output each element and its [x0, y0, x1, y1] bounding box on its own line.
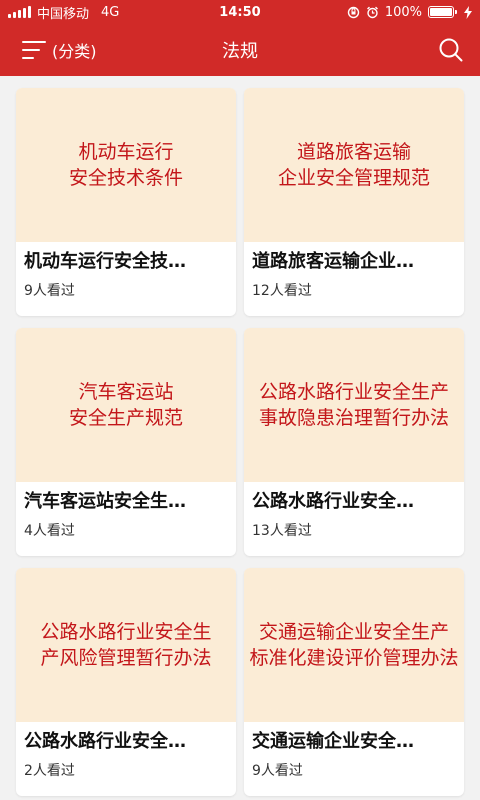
card-cover: 汽车客运站 安全生产规范: [16, 328, 236, 482]
status-bar: 中国移动 4G 14:50 100%: [0, 0, 480, 24]
card-info: 机动车运行安全技… 9人看过: [16, 242, 236, 300]
regulation-card[interactable]: 公路水路行业安全生 产风险管理暂行办法 公路水路行业安全… 2人看过: [16, 568, 236, 796]
view-count: 4人看过: [24, 523, 75, 539]
cover-line: 道路旅客运输: [296, 141, 411, 163]
battery-percent: 100%: [384, 4, 422, 20]
category-button[interactable]: (分类): [22, 38, 97, 62]
menu-icon: [22, 41, 46, 59]
regulation-card[interactable]: 机动车运行 安全技术条件 机动车运行安全技… 9人看过: [16, 88, 236, 316]
card-title: 机动车运行安全技…: [24, 251, 186, 272]
card-title: 交通运输企业安全…: [252, 731, 414, 752]
card-title: 公路水路行业安全…: [24, 731, 186, 752]
view-count: 9人看过: [252, 763, 303, 779]
view-count: 13人看过: [252, 523, 312, 539]
card-info: 公路水路行业安全… 2人看过: [16, 722, 236, 780]
regulation-card[interactable]: 公路水路行业安全生产 事故隐患治理暂行办法 公路水路行业安全… 13人看过: [244, 328, 464, 556]
network-type: 4G: [101, 4, 120, 20]
view-count: 2人看过: [24, 763, 75, 779]
card-title: 道路旅客运输企业…: [252, 251, 414, 272]
card-cover: 公路水路行业安全生 产风险管理暂行办法: [16, 568, 236, 722]
regulation-grid: 机动车运行 安全技术条件 机动车运行安全技… 9人看过 道路旅客运输 企业安全管…: [0, 76, 480, 796]
cover-line: 安全技术条件: [68, 167, 183, 189]
orientation-lock-icon: [347, 6, 360, 18]
cover-line: 标准化建设评价管理办法: [249, 647, 459, 669]
view-count: 12人看过: [252, 283, 312, 299]
status-left: 中国移动 4G: [8, 3, 119, 22]
card-title: 公路水路行业安全…: [252, 491, 414, 512]
regulation-card[interactable]: 道路旅客运输 企业安全管理规范 道路旅客运输企业… 12人看过: [244, 88, 464, 316]
cover-line: 汽车客运站: [78, 381, 174, 403]
signal-strength-icon: [8, 6, 31, 18]
card-cover: 交通运输企业安全生产 标准化建设评价管理办法: [244, 568, 464, 722]
regulation-card[interactable]: 汽车客运站 安全生产规范 汽车客运站安全生… 4人看过: [16, 328, 236, 556]
card-cover: 机动车运行 安全技术条件: [16, 88, 236, 242]
card-info: 汽车客运站安全生… 4人看过: [16, 482, 236, 540]
category-label: (分类): [52, 42, 97, 61]
cover-line: 机动车运行: [78, 141, 174, 163]
cover-line: 公路水路行业安全生: [40, 621, 212, 643]
card-cover: 道路旅客运输 企业安全管理规范: [244, 88, 464, 242]
carrier-name: 中国移动: [37, 6, 90, 22]
card-info: 道路旅客运输企业… 12人看过: [244, 242, 464, 300]
battery-icon: [428, 6, 457, 18]
view-count: 9人看过: [24, 283, 75, 299]
card-info: 交通运输企业安全… 9人看过: [244, 722, 464, 780]
status-right: 100%: [347, 5, 472, 20]
regulation-card[interactable]: 交通运输企业安全生产 标准化建设评价管理办法 交通运输企业安全… 9人看过: [244, 568, 464, 796]
charging-bolt-icon: [464, 5, 472, 19]
cover-line: 企业安全管理规范: [277, 167, 430, 189]
cover-line: 事故隐患治理暂行办法: [258, 407, 449, 429]
nav-bar: (分类) 法规: [0, 24, 480, 76]
card-title: 汽车客运站安全生…: [24, 491, 186, 512]
card-info: 公路水路行业安全… 13人看过: [244, 482, 464, 540]
cover-line: 公路水路行业安全生产: [258, 381, 449, 403]
cover-line: 产风险管理暂行办法: [40, 647, 212, 669]
alarm-icon: [366, 6, 378, 18]
cover-line: 安全生产规范: [68, 407, 183, 429]
card-cover: 公路水路行业安全生产 事故隐患治理暂行办法: [244, 328, 464, 482]
search-icon[interactable]: [438, 37, 464, 63]
cover-line: 交通运输企业安全生产: [258, 621, 449, 643]
